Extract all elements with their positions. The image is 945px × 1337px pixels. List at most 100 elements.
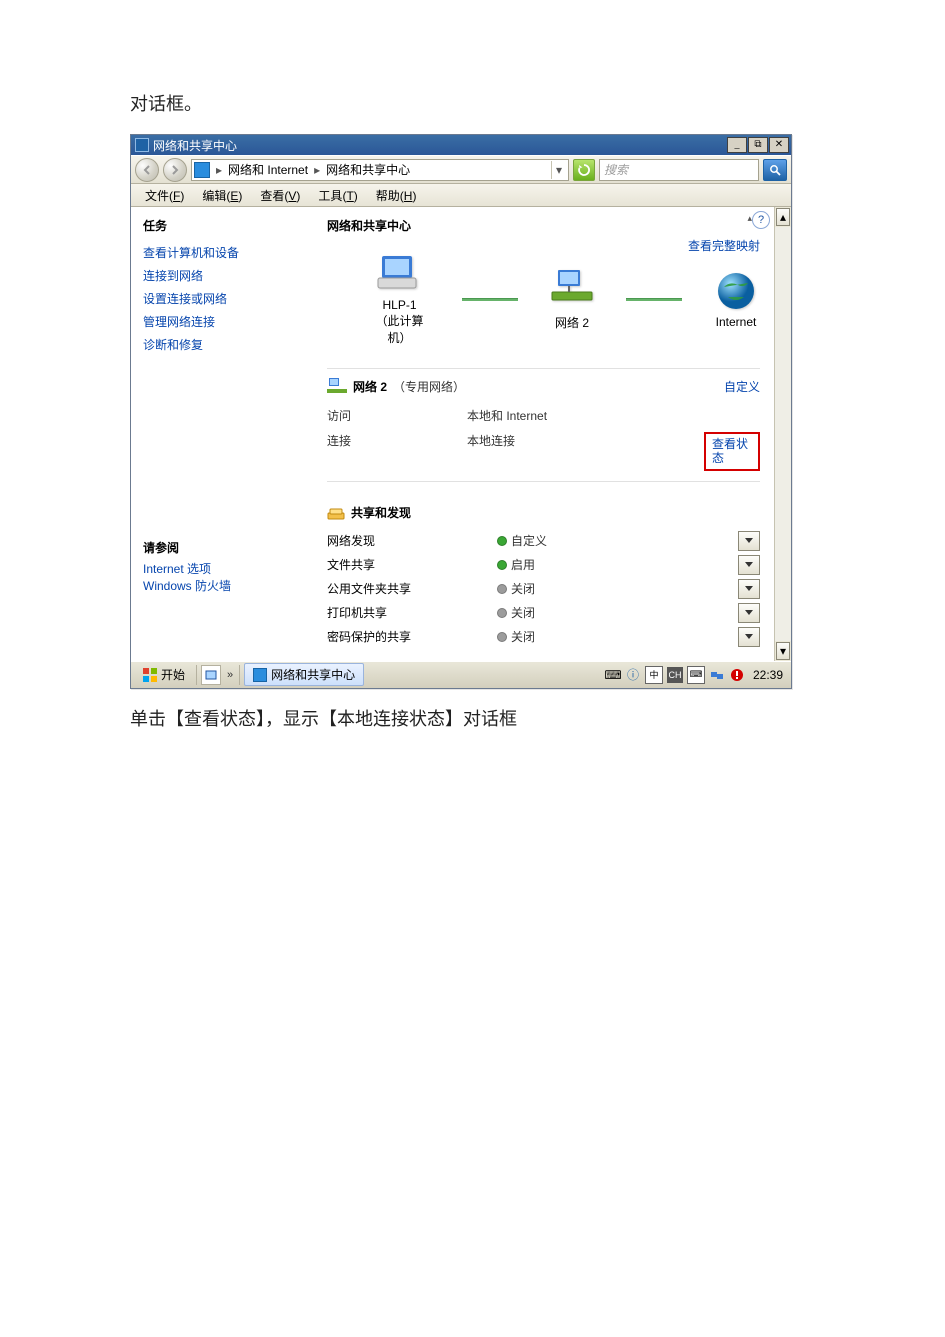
taskbar-separator: [196, 665, 197, 685]
sidebar-item-manage-connections[interactable]: 管理网络连接: [143, 313, 309, 330]
sharing-icon: [327, 504, 345, 520]
expand-row-button[interactable]: [738, 579, 760, 599]
share-row-status-text: 关闭: [511, 604, 535, 621]
tray-lang-icon[interactable]: CH: [667, 667, 683, 683]
chevron-down-icon: [745, 634, 753, 640]
start-label: 开始: [161, 666, 185, 683]
titlebar: 网络和共享中心 _ ⧉ ✕: [131, 135, 791, 155]
expand-row-button[interactable]: [738, 603, 760, 623]
expand-row-button[interactable]: [738, 531, 760, 551]
share-row-status: 自定义: [497, 532, 547, 549]
search-go-button[interactable]: [763, 159, 787, 181]
share-row-label: 打印机共享: [327, 604, 497, 621]
menu-help[interactable]: 帮助(H): [368, 185, 425, 206]
computer-icon: [376, 252, 424, 296]
sidebar-item-diagnose-repair[interactable]: 诊断和修复: [143, 336, 309, 353]
main-panel: ▴ ? 网络和共享中心 查看完整映射 HLP-1: [321, 207, 774, 661]
breadcrumb-dropdown[interactable]: ▾: [551, 161, 566, 179]
sidebar-item-connect-network[interactable]: 连接到网络: [143, 267, 309, 284]
sidebar-seealso-internet-options[interactable]: Internet 选项: [143, 560, 309, 577]
sidebar-item-view-devices[interactable]: 查看计算机和设备: [143, 244, 309, 261]
map-node-label: HLP-1: [367, 298, 432, 312]
menu-edit[interactable]: 编辑(E): [194, 185, 250, 206]
chevron-down-icon: [745, 562, 753, 568]
sharing-section: 共享和发现 网络发现自定义文件共享启用公用文件夹共享关闭打印机共享关闭密码保护的…: [327, 496, 760, 653]
share-row-label: 网络发现: [327, 532, 497, 549]
taskbar: 开始 » 网络和共享中心 ⌨ ⓘ 中 CH ⌨: [131, 661, 791, 688]
restore-button[interactable]: ⧉: [748, 137, 768, 153]
page-title: 网络和共享中心: [327, 217, 760, 234]
network-icon: [194, 162, 210, 178]
tray-ime-icon[interactable]: 中: [645, 666, 663, 684]
scroll-down-button[interactable]: ▾: [776, 642, 790, 660]
divider: [327, 481, 760, 482]
share-row: 公用文件夹共享关闭: [327, 577, 760, 601]
window-title: 网络和共享中心: [153, 137, 727, 154]
menu-bar: 文件(F) 编辑(E) 查看(V) 工具(T) 帮助(H): [131, 184, 791, 207]
task-app-icon: [253, 668, 267, 682]
vertical-scrollbar[interactable]: ▴ ▾: [774, 207, 791, 661]
tray-network-icon[interactable]: [709, 667, 725, 683]
app-icon: [135, 138, 149, 152]
status-dot-icon: [497, 632, 507, 642]
chevron-down-icon: [745, 586, 753, 592]
network-map: HLP-1 （此计算机） 网络 2: [367, 252, 760, 346]
sidebar-item-setup-connection[interactable]: 设置连接或网络: [143, 290, 309, 307]
sidebar-seealso-head: 请参阅: [143, 539, 309, 556]
access-value: 本地和 Internet: [467, 407, 760, 424]
sidebar-seealso-windows-firewall[interactable]: Windows 防火墙: [143, 577, 309, 594]
menu-tools[interactable]: 工具(T): [310, 185, 365, 206]
nav-forward-button[interactable]: [163, 158, 187, 182]
chevron-down-icon: [745, 610, 753, 616]
share-row-status: 关闭: [497, 628, 535, 645]
breadcrumb-seg-1[interactable]: 网络和 Internet: [228, 161, 308, 178]
doc-text-above: 对话框。: [130, 90, 815, 116]
share-row: 打印机共享关闭: [327, 601, 760, 625]
share-row-status: 启用: [497, 556, 535, 573]
menu-file[interactable]: 文件(F): [137, 185, 192, 206]
access-label: 访问: [327, 407, 467, 424]
close-button[interactable]: ✕: [769, 137, 789, 153]
breadcrumb-seg-2[interactable]: 网络和共享中心: [326, 161, 410, 178]
network-small-icon: [327, 377, 347, 395]
scroll-up-button[interactable]: ▴: [776, 208, 790, 226]
map-node-network[interactable]: 网络 2: [548, 268, 596, 331]
tray-keyboard-layout-icon[interactable]: ⌨: [687, 666, 705, 684]
chevron-down-icon: [745, 538, 753, 544]
sidebar-tasks-head: 任务: [143, 217, 309, 234]
map-connector: [462, 298, 518, 301]
minimize-button[interactable]: _: [727, 137, 747, 153]
share-row-status-text: 关闭: [511, 580, 535, 597]
quick-launch-overflow[interactable]: »: [225, 669, 235, 681]
nav-back-button[interactable]: [135, 158, 159, 182]
tray-keyboard-icon[interactable]: ⌨: [605, 667, 621, 683]
start-button[interactable]: 开始: [135, 663, 192, 686]
sidebar: 任务 查看计算机和设备 连接到网络 设置连接或网络 管理网络连接 诊断和修复 请…: [131, 207, 321, 661]
sharing-title: 共享和发现: [351, 504, 411, 521]
status-dot-icon: [497, 584, 507, 594]
search-icon: [769, 164, 781, 176]
taskbar-clock[interactable]: 22:39: [749, 668, 787, 682]
network-type: （专用网络）: [393, 378, 465, 395]
taskbar-task-network-center[interactable]: 网络和共享中心: [244, 663, 364, 686]
tray-help-icon[interactable]: ⓘ: [625, 667, 641, 683]
view-status-link[interactable]: 查看状态: [704, 432, 760, 471]
menu-view[interactable]: 查看(V): [252, 185, 308, 206]
scroll-track[interactable]: [775, 227, 791, 641]
quick-launch-show-desktop[interactable]: [201, 665, 221, 685]
connection-value: 本地连接: [467, 432, 704, 471]
address-bar: ▸ 网络和 Internet ▸ 网络和共享中心 ▾ 搜索: [131, 155, 791, 184]
map-node-this-pc[interactable]: HLP-1 （此计算机）: [367, 252, 432, 346]
expand-row-button[interactable]: [738, 627, 760, 647]
status-dot-icon: [497, 608, 507, 618]
breadcrumb[interactable]: ▸ 网络和 Internet ▸ 网络和共享中心 ▾: [191, 159, 569, 181]
show-desktop-icon: [205, 669, 217, 681]
customize-link[interactable]: 自定义: [724, 378, 760, 395]
map-node-internet[interactable]: Internet: [712, 269, 760, 329]
doc-text-below: 单击【查看状态】，显示【本地连接状态】对话框: [130, 705, 815, 731]
tray-security-alert-icon[interactable]: [729, 667, 745, 683]
refresh-button[interactable]: [573, 159, 595, 181]
expand-row-button[interactable]: [738, 555, 760, 575]
help-icon[interactable]: ?: [752, 211, 770, 229]
search-input[interactable]: 搜索: [599, 159, 759, 181]
